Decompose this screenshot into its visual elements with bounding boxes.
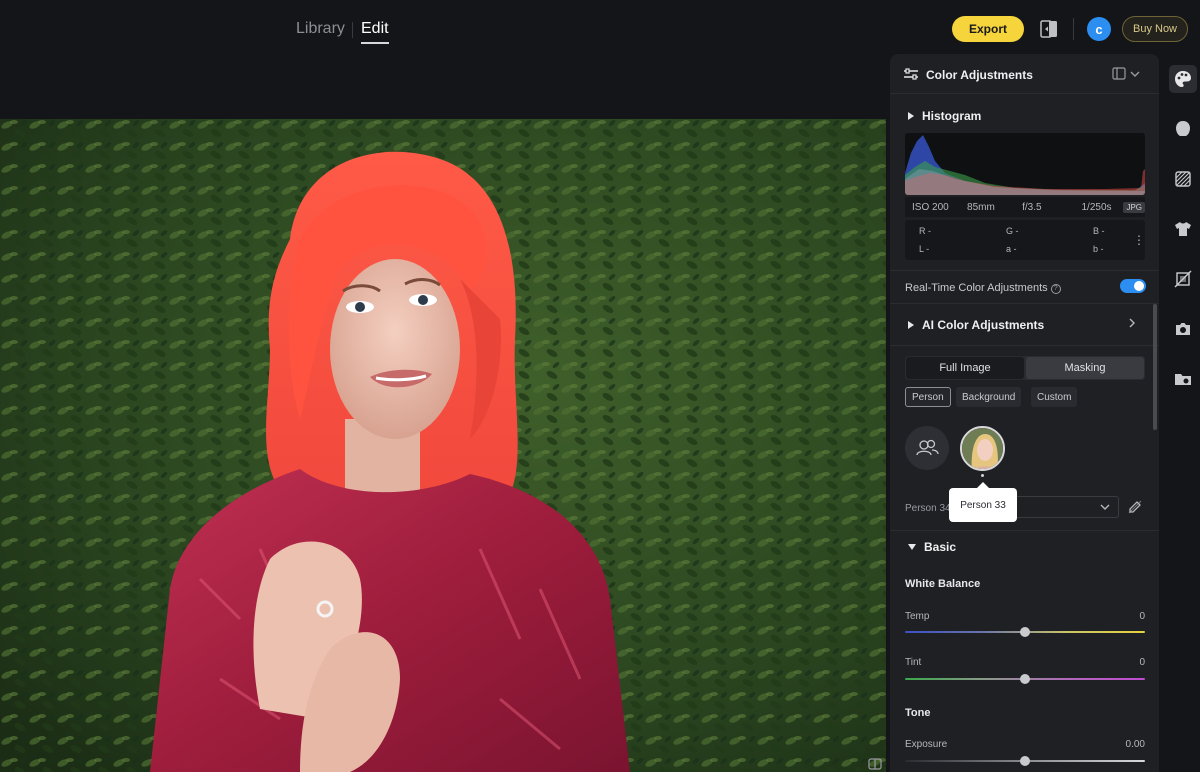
rail-portrait-button[interactable] [1169, 115, 1197, 143]
rail-texture-button[interactable] [1169, 165, 1197, 193]
tint-value[interactable]: 0 [1139, 657, 1145, 668]
panel-layout-dropdown-icon[interactable] [1112, 67, 1142, 81]
readout-g: G - [1006, 226, 1019, 236]
readout-r: R - [919, 226, 931, 236]
before-after-icon[interactable] [1040, 19, 1058, 39]
exif-focal-length: 85mm [967, 201, 995, 213]
ai-color-title: AI Color Adjustments [922, 318, 1045, 332]
exposure-label: Exposure [905, 739, 948, 750]
divider [890, 345, 1159, 346]
readout-b: B - [1093, 226, 1105, 236]
person-thumbnail[interactable] [960, 426, 1005, 471]
person-tooltip: Person 33 [949, 482, 1017, 522]
full-image-tab[interactable]: Full Image [906, 357, 1024, 379]
rail-camera-button[interactable] [1169, 315, 1197, 343]
basic-title: Basic [924, 540, 957, 554]
panel-title: Color Adjustments [926, 68, 1033, 82]
panel-header: Color Adjustments [890, 54, 1159, 94]
texture-icon [1175, 171, 1191, 187]
divider [890, 270, 1159, 271]
rail-folder-button[interactable] [1169, 365, 1197, 393]
rename-edit-icon[interactable] [1128, 500, 1142, 514]
help-icon[interactable]: ? [1050, 284, 1061, 294]
palette-icon [1175, 71, 1191, 87]
rail-clothing-button[interactable] [1169, 215, 1197, 243]
people-icon [916, 439, 939, 456]
color-readout: R - G - B - L - a - b - ⋮ [905, 220, 1145, 260]
edited-photo[interactable] [0, 119, 886, 772]
chevron-right-icon[interactable] [1128, 318, 1136, 328]
face-icon [1176, 121, 1190, 136]
chevron-down-icon [1100, 504, 1110, 510]
exposure-value[interactable]: 0.00 [1126, 739, 1145, 750]
realtime-label: Real-Time Color Adjustments [905, 282, 1048, 294]
divider [890, 530, 1159, 531]
temp-slider-track[interactable] [905, 627, 1145, 637]
panel-scrollbar[interactable] [1153, 304, 1157, 430]
mask-chip-background[interactable]: Background [956, 387, 1022, 407]
user-avatar[interactable]: c [1087, 17, 1111, 41]
expand-triangle-icon [908, 112, 914, 120]
more-options-icon[interactable]: ⋮ [1133, 234, 1145, 246]
folder-icon [1175, 374, 1191, 385]
histogram-section-toggle[interactable]: Histogram [908, 109, 981, 123]
person-select-dropdown[interactable] [1007, 496, 1119, 518]
exposure-slider-track[interactable] [905, 756, 1145, 766]
tab-divider [352, 22, 353, 38]
readout-a: a - [1006, 244, 1017, 254]
tab-edit[interactable]: Edit [361, 20, 389, 44]
sliders-icon [904, 68, 918, 80]
rail-color-button[interactable] [1169, 65, 1197, 93]
rail-crop-button[interactable] [1169, 265, 1197, 293]
collapse-triangle-icon [908, 544, 916, 550]
file-format-badge: JPG [1123, 201, 1145, 213]
buy-now-button[interactable]: Buy Now [1122, 16, 1188, 42]
basic-section-toggle[interactable]: Basic [908, 540, 956, 554]
realtime-toggle[interactable] [1120, 279, 1146, 293]
mask-mode-segmented-control: Full Image Masking [905, 356, 1145, 380]
exif-iso: ISO 200 [912, 201, 949, 213]
tab-library[interactable]: Library [296, 20, 345, 38]
tone-heading: Tone [905, 707, 931, 719]
toolbar-divider [1073, 18, 1074, 40]
all-people-button[interactable] [905, 426, 949, 470]
white-balance-heading: White Balance [905, 578, 981, 590]
camera-icon [1176, 323, 1190, 335]
mask-chip-person[interactable]: Person [905, 387, 951, 407]
tool-rail [1160, 54, 1200, 772]
expand-triangle-icon [908, 321, 914, 329]
temp-slider-thumb[interactable] [1020, 627, 1030, 637]
crop-icon [1174, 270, 1192, 288]
clothing-icon [1175, 222, 1191, 236]
readout-l: L - [919, 244, 930, 254]
selected-indicator [981, 474, 984, 477]
color-adjustments-panel: Color Adjustments Histogram ISO 200 85mm… [890, 54, 1159, 772]
top-bar: Library Edit Export c Buy Now [0, 0, 1200, 56]
image-canvas [0, 56, 888, 772]
exif-info-bar: ISO 200 85mm f/3.5 1/250s JPG [905, 197, 1145, 217]
mask-chip-custom[interactable]: Custom [1031, 387, 1078, 407]
realtime-adjustments-row: Real-Time Color Adjustments? [905, 282, 1061, 294]
tint-label: Tint [905, 657, 922, 668]
histogram-chart [905, 133, 1145, 195]
exif-shutter: 1/250s [1081, 201, 1112, 213]
split-view-icon[interactable] [868, 758, 882, 770]
photo-editor-app: Library Edit Export c Buy Now Color Adju… [0, 0, 1200, 772]
histogram-title: Histogram [922, 109, 982, 123]
temp-value[interactable]: 0 [1139, 611, 1145, 622]
readout-b-lab: b - [1093, 244, 1104, 254]
ai-color-section-toggle[interactable]: AI Color Adjustments [908, 318, 1044, 332]
portrait-image [0, 119, 886, 772]
tint-slider-thumb[interactable] [1020, 674, 1030, 684]
temp-label: Temp [905, 611, 930, 622]
export-button[interactable]: Export [952, 16, 1024, 42]
divider [890, 303, 1159, 304]
tint-slider-track[interactable] [905, 674, 1145, 684]
person-name-label: Person 34 [905, 503, 951, 514]
exif-aperture: f/3.5 [1022, 201, 1042, 213]
masking-tab[interactable]: Masking [1026, 357, 1144, 379]
exposure-slider-thumb[interactable] [1020, 756, 1030, 766]
